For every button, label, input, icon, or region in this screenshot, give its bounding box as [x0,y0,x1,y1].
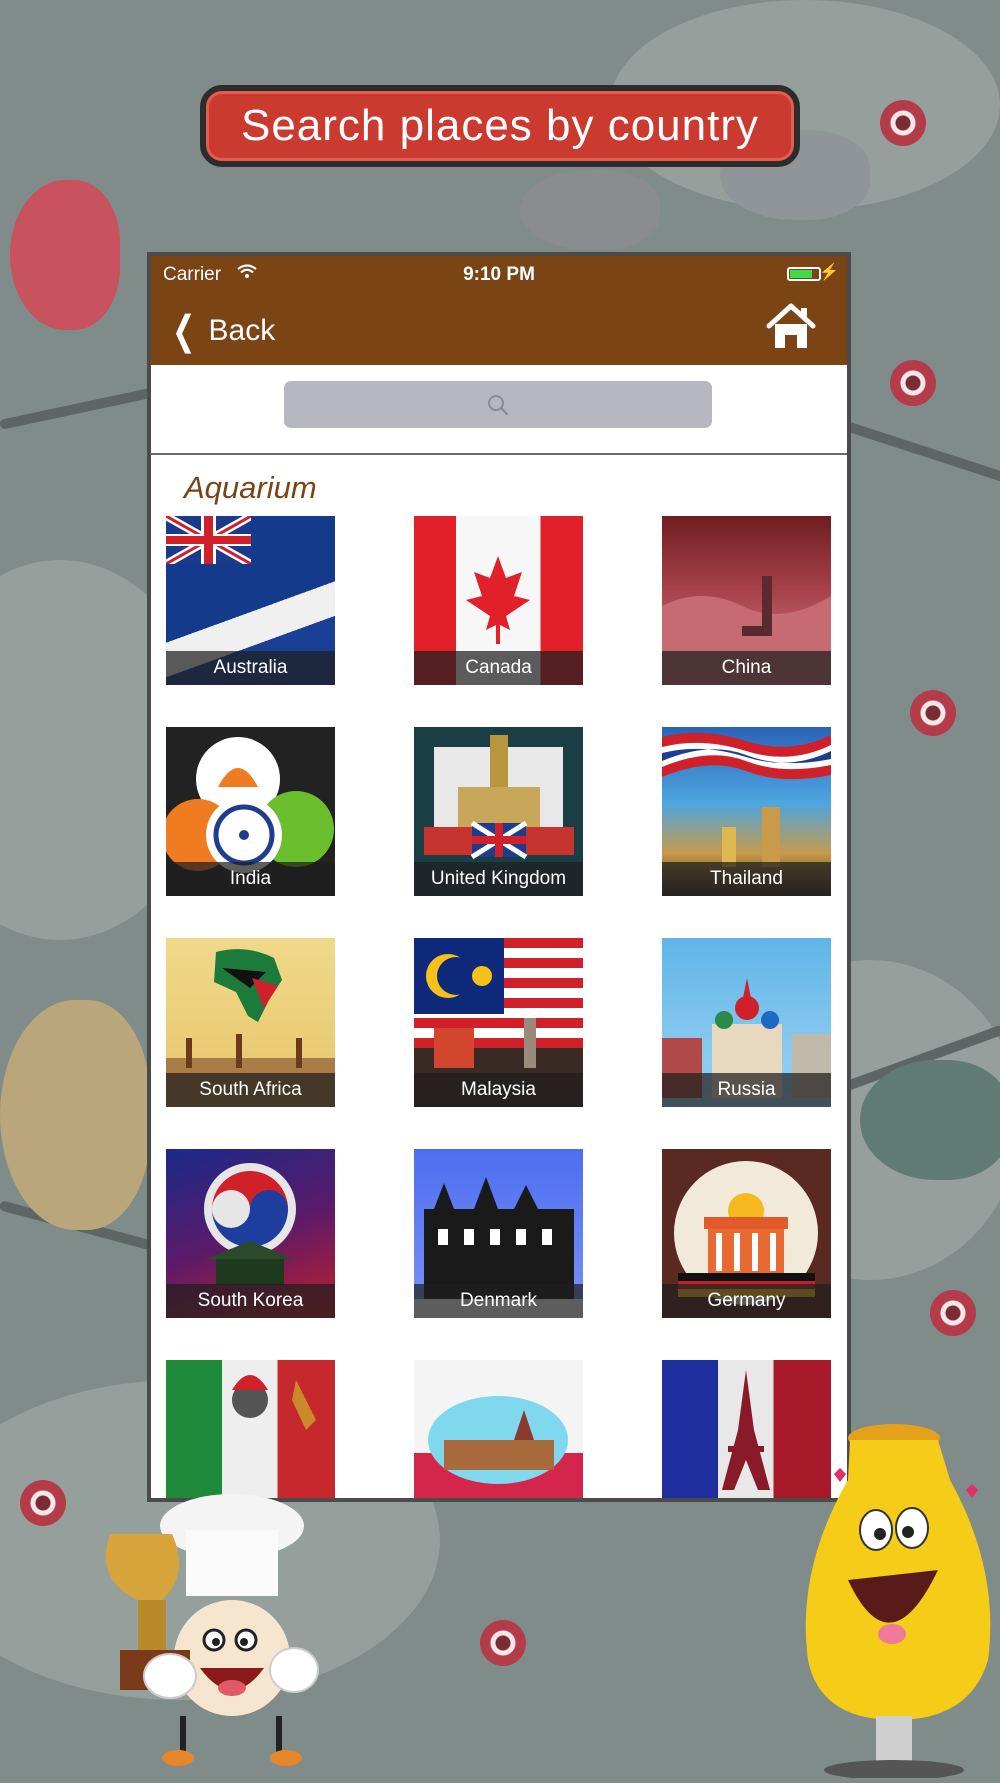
country-tile-south-africa[interactable]: South Africa [166,938,335,1107]
lamp-mascot [800,1420,1000,1780]
country-label: South Africa [166,1073,335,1107]
country-tile-south-korea[interactable]: South Korea [166,1149,335,1318]
status-bar: Carrier 9:10 PM ⚡ [151,256,847,292]
back-button[interactable]: ❮ Back [167,308,275,354]
country-label: India [166,862,335,896]
country-tile-thailand[interactable]: Thailand [662,727,831,896]
search-icon [488,394,509,415]
battery-icon [787,267,821,281]
section-title: Aquarium [184,470,317,505]
country-tile-poland[interactable] [414,1360,583,1498]
country-label: Malaysia [414,1073,583,1107]
country-label: Australia [166,651,335,685]
country-label: Thailand [662,862,831,896]
chevron-left-icon: ❮ [172,309,196,353]
country-label: Russia [662,1073,831,1107]
feature-banner: Search places by country [200,85,800,167]
home-icon [766,303,816,348]
home-button[interactable] [765,302,817,352]
app-screen: Carrier 9:10 PM ⚡ ❮ Back Aquarium Austra… [147,252,851,1502]
country-tile-italy[interactable] [166,1360,335,1498]
country-label: South Korea [166,1284,335,1318]
country-tile-india[interactable]: India [166,727,335,896]
status-time: 9:10 PM [463,264,535,285]
country-tile-malaysia[interactable]: Malaysia [414,938,583,1107]
search-bar-area [151,365,847,455]
country-tile-denmark[interactable]: Denmark [414,1149,583,1318]
charging-icon: ⚡ [819,264,839,281]
country-tile-germany[interactable]: Germany [662,1149,831,1318]
country-tile-russia[interactable]: Russia [662,938,831,1107]
country-label: China [662,651,831,685]
country-tile-canada[interactable]: Canada [414,516,583,685]
banner-text: Search places by country [240,101,760,150]
country-tile-australia[interactable]: Australia [166,516,335,685]
country-label: Denmark [414,1284,583,1318]
chef-mascot [80,1490,340,1770]
navigation-bar: Carrier 9:10 PM ⚡ ❮ Back [151,256,847,365]
country-tile-china[interactable]: China [662,516,831,685]
search-input[interactable] [284,381,712,428]
country-label: Germany [662,1284,831,1318]
country-tile-united-kingdom[interactable]: United Kingdom [414,727,583,896]
country-label: Canada [414,651,583,685]
back-label: Back [208,314,276,347]
country-label: United Kingdom [414,862,583,896]
